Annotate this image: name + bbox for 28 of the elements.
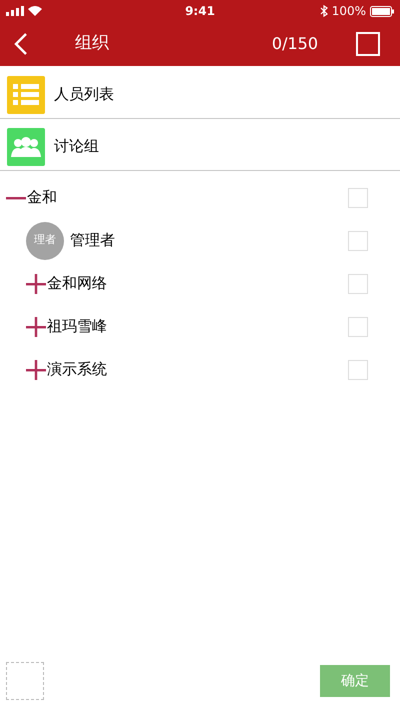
tree-item[interactable]: 金和网络 (47, 272, 348, 295)
menu-item[interactable]: 人员列表 (54, 83, 114, 106)
checkbox[interactable] (348, 188, 368, 208)
selected-count: 0/150 (272, 33, 318, 55)
checkbox[interactable] (348, 316, 368, 336)
checkbox[interactable] (348, 230, 368, 250)
battery-icon (370, 6, 394, 16)
back-icon[interactable] (14, 32, 28, 56)
plus-icon[interactable] (26, 316, 46, 336)
plus-icon[interactable] (26, 360, 46, 380)
battery-percent: 100% (332, 3, 366, 20)
nav-title: 组织 (75, 32, 109, 56)
list-icon (7, 76, 45, 114)
selection-placeholder (6, 662, 44, 700)
checkbox[interactable] (348, 360, 368, 380)
tree-item[interactable]: 祖玛雪峰 (47, 315, 348, 338)
checkbox[interactable] (348, 274, 368, 294)
tree-item[interactable]: 演示系统 (47, 358, 348, 381)
signal-icon (6, 6, 24, 16)
menu-item[interactable]: 讨论组 (54, 135, 99, 158)
wifi-icon (28, 6, 42, 16)
avatar: 理者 (26, 222, 64, 260)
tree-item[interactable]: 金和 (27, 186, 348, 209)
plus-icon[interactable] (26, 274, 46, 294)
status-time: 9:41 (185, 3, 215, 20)
tree-item[interactable]: 管理者 (70, 229, 348, 252)
people-icon (7, 128, 45, 166)
bluetooth-icon (320, 5, 328, 17)
